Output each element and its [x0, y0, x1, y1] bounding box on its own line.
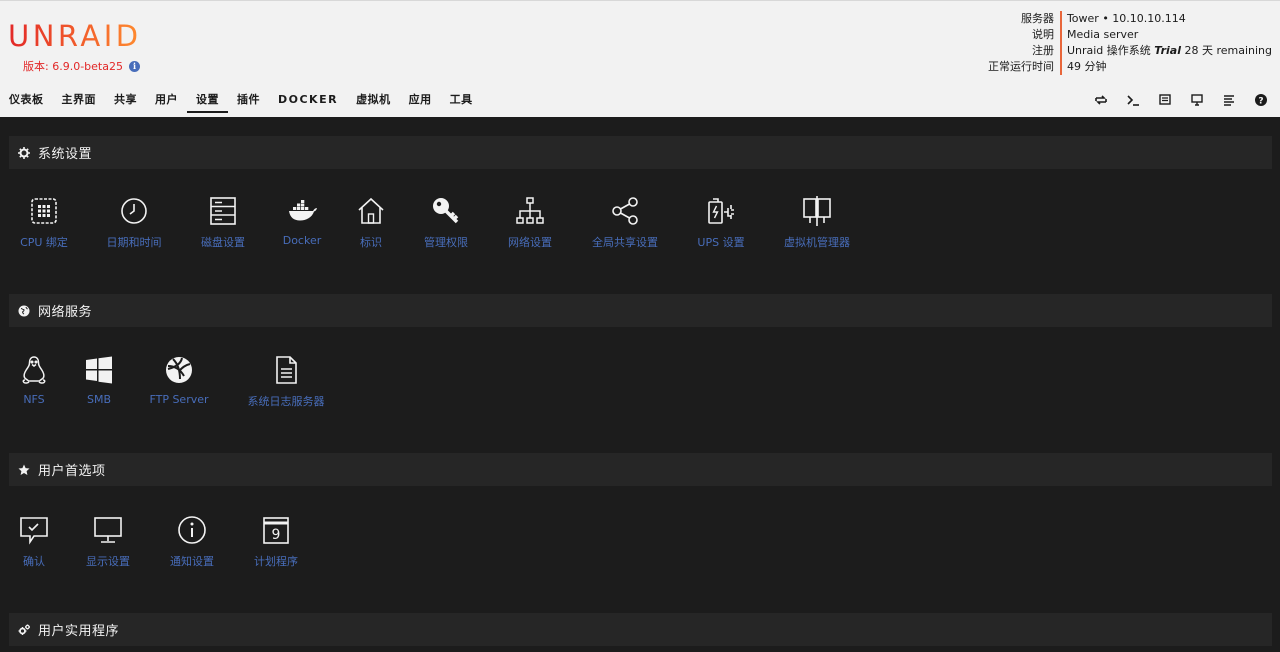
server-value: Tower • 10.10.10.114: [1066, 12, 1186, 25]
tile-ups-settings[interactable]: UPS 设置: [671, 196, 771, 250]
section-title: 用户实用程序: [38, 624, 120, 639]
unraid-logo[interactable]: UNRAID: [8, 19, 142, 53]
nav-users[interactable]: 用户: [146, 91, 187, 113]
monitor-icon[interactable]: [1190, 93, 1204, 107]
section-system-settings: 系统设置: [9, 136, 1272, 169]
cogs-icon: [18, 624, 30, 636]
display-icon: [93, 515, 123, 545]
feedback-icon[interactable]: [1158, 93, 1172, 107]
tile-label: 磁盘设置: [201, 236, 245, 249]
tile-syslog-server[interactable]: 系统日志服务器: [236, 355, 336, 409]
globe-icon: [18, 305, 30, 317]
version-info: 版本: 6.9.0-beta25 i: [23, 58, 140, 74]
nav-docker[interactable]: DOCKER: [269, 91, 347, 113]
header: UNRAID 版本: 6.9.0-beta25 i 服务器 说明 注册 正常运行…: [0, 0, 1280, 117]
registration-suffix: 28 天 remaining: [1180, 44, 1272, 57]
section-title: 用户首选项: [38, 464, 106, 479]
section-title: 网络服务: [38, 305, 93, 320]
vm-icon: [802, 196, 832, 226]
log-icon[interactable]: [1222, 93, 1236, 107]
registration-value[interactable]: Unraid 操作系统 Trial 28 天 remaining: [1067, 43, 1272, 59]
server-info-values: Tower • 10.10.10.114 Media server Unraid…: [1062, 11, 1272, 75]
docker-icon: [287, 196, 317, 226]
help-icon[interactable]: ?: [1254, 93, 1268, 107]
tile-label: CPU 绑定: [20, 236, 68, 249]
tile-label: SMB: [86, 393, 112, 406]
tile-vm-manager[interactable]: 虚拟机管理器: [767, 196, 867, 250]
refresh-icon[interactable]: [1094, 93, 1108, 107]
gear-icon: [18, 146, 30, 159]
tile-label: 虚拟机管理器: [784, 236, 850, 249]
svg-text:9: 9: [272, 527, 281, 543]
tile-label: 管理权限: [424, 236, 468, 249]
section-user-utilities: 用户实用程序: [9, 613, 1272, 646]
tile-label: NFS: [23, 393, 45, 406]
tile-label: 全局共享设置: [592, 236, 658, 249]
server-info-labels: 服务器 说明 注册 正常运行时间: [988, 11, 1060, 75]
tile-global-share-settings[interactable]: 全局共享设置: [575, 196, 675, 250]
nav-main[interactable]: 主界面: [53, 91, 106, 113]
tile-ftp-server[interactable]: FTP Server: [129, 355, 229, 406]
network-icon: [515, 196, 545, 226]
tile-cpu-pinning[interactable]: CPU 绑定: [0, 196, 94, 250]
tile-label: FTP Server: [149, 393, 209, 406]
tile-label: UPS 设置: [697, 236, 745, 249]
file-icon: [271, 355, 301, 385]
battery-icon: [706, 196, 736, 226]
nav-settings[interactable]: 设置: [187, 91, 228, 113]
linux-icon: [19, 355, 49, 385]
section-network-services: 网络服务: [9, 294, 1272, 327]
nav-dashboard[interactable]: 仪表板: [0, 91, 53, 113]
tile-label: 系统日志服务器: [247, 395, 325, 408]
tile-label: 通知设置: [170, 555, 214, 568]
tile-label: 显示设置: [86, 555, 130, 568]
nav-shares[interactable]: 共享: [105, 91, 146, 113]
version-text: 版本: 6.9.0-beta25: [23, 60, 123, 73]
main-nav: 仪表板 主界面 共享 用户 设置 插件 DOCKER 虚拟机 应用 工具: [0, 91, 482, 113]
share-icon: [610, 196, 640, 226]
description-value: Media server: [1066, 28, 1139, 41]
info-icon: [177, 515, 207, 545]
tile-network-settings[interactable]: 网络设置: [480, 196, 580, 250]
star-icon: [18, 464, 30, 476]
ftp-icon: [164, 355, 194, 385]
windows-icon: [84, 355, 114, 385]
nav-icons: ?: [1094, 93, 1268, 107]
cpu-icon: [29, 196, 59, 226]
server-label: 服务器: [1020, 12, 1054, 25]
nav-tools[interactable]: 工具: [441, 91, 482, 113]
home-icon: [356, 196, 386, 226]
clock-icon: [119, 196, 149, 226]
tile-scheduler[interactable]: 9 计划程序: [226, 515, 326, 569]
info-icon[interactable]: i: [128, 60, 140, 72]
registration-label: 注册: [1031, 44, 1054, 57]
section-title: 系统设置: [38, 147, 93, 162]
registration-trial: Trial: [1154, 44, 1181, 57]
description-label: 说明: [1031, 28, 1054, 41]
tile-label: 标识: [360, 236, 382, 249]
uptime-label: 正常运行时间: [987, 60, 1054, 73]
disk-icon: [208, 196, 238, 226]
calendar-icon: 9: [261, 515, 291, 545]
server-info: 服务器 说明 注册 正常运行时间 Tower • 10.10.10.114 Me…: [988, 11, 1272, 75]
svg-text:?: ?: [1258, 97, 1263, 107]
nav-apps[interactable]: 应用: [400, 91, 441, 113]
tile-date-time[interactable]: 日期和时间: [84, 196, 184, 250]
nav-plugins[interactable]: 插件: [228, 91, 269, 113]
registration-prefix: Unraid 操作系统: [1066, 44, 1155, 57]
tile-label: Docker: [282, 234, 322, 247]
tile-label: 计划程序: [254, 555, 298, 568]
terminal-icon[interactable]: [1126, 93, 1140, 107]
tile-label: 确认: [23, 555, 45, 568]
section-user-preferences: 用户首选项: [9, 453, 1272, 486]
key-icon: [431, 196, 461, 226]
tile-label: 网络设置: [508, 236, 552, 249]
confirm-icon: [19, 515, 49, 545]
tile-label: 日期和时间: [106, 236, 162, 249]
uptime-value: 49 分钟: [1066, 60, 1107, 73]
nav-vms[interactable]: 虚拟机: [347, 91, 400, 113]
